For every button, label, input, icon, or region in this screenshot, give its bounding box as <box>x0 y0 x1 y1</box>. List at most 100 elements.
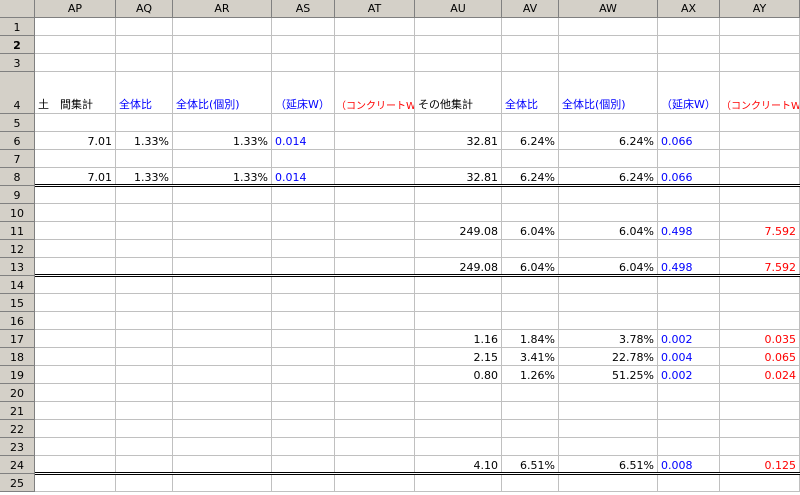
cell-aq11[interactable] <box>116 222 173 240</box>
row-header-6[interactable]: 6 <box>0 132 35 150</box>
row-header-19[interactable]: 19 <box>0 366 35 384</box>
cell-ap20[interactable] <box>35 384 116 402</box>
cell-at17[interactable] <box>335 330 415 348</box>
cell-au23[interactable] <box>415 438 502 456</box>
cell-as23[interactable] <box>272 438 335 456</box>
cell-ax20[interactable] <box>658 384 720 402</box>
cell-as21[interactable] <box>272 402 335 420</box>
cell-aw20[interactable] <box>559 384 658 402</box>
cell-ax22[interactable] <box>658 420 720 438</box>
cell-ap15[interactable] <box>35 294 116 312</box>
cell-aq25[interactable] <box>116 474 173 492</box>
cell-aq17[interactable] <box>116 330 173 348</box>
cell-ar21[interactable] <box>173 402 272 420</box>
cell-av11[interactable]: 6.04% <box>502 222 559 240</box>
column-header-ax[interactable]: AX <box>658 0 720 18</box>
cell-au4[interactable]: その他集計 <box>415 72 502 114</box>
cell-aq4[interactable]: 全体比 <box>116 72 173 114</box>
cell-ay23[interactable] <box>720 438 800 456</box>
column-header-aq[interactable]: AQ <box>116 0 173 18</box>
cell-at22[interactable] <box>335 420 415 438</box>
column-header-ap[interactable]: AP <box>35 0 116 18</box>
column-header-as[interactable]: AS <box>272 0 335 18</box>
cell-au19[interactable]: 0.80 <box>415 366 502 384</box>
cell-av22[interactable] <box>502 420 559 438</box>
cell-aq10[interactable] <box>116 204 173 222</box>
cell-aw21[interactable] <box>559 402 658 420</box>
cell-ar10[interactable] <box>173 204 272 222</box>
cell-ax14[interactable] <box>658 276 720 294</box>
cell-aw9[interactable] <box>559 186 658 204</box>
cell-aq5[interactable] <box>116 114 173 132</box>
cell-ap7[interactable] <box>35 150 116 168</box>
cell-ar17[interactable] <box>173 330 272 348</box>
cell-ar9[interactable] <box>173 186 272 204</box>
cell-ap6[interactable]: 7.01 <box>35 132 116 150</box>
column-header-ar[interactable]: AR <box>173 0 272 18</box>
cell-ay3[interactable] <box>720 54 800 72</box>
select-all-corner[interactable] <box>0 0 35 18</box>
row-header-5[interactable]: 5 <box>0 114 35 132</box>
cell-ap17[interactable] <box>35 330 116 348</box>
cell-au3[interactable] <box>415 54 502 72</box>
cell-ay4[interactable]: （コンクリートW） <box>720 72 800 114</box>
cell-ap11[interactable] <box>35 222 116 240</box>
cell-aq2[interactable] <box>116 36 173 54</box>
cell-ap21[interactable] <box>35 402 116 420</box>
cell-au21[interactable] <box>415 402 502 420</box>
cell-aw25[interactable] <box>559 474 658 492</box>
cell-aq22[interactable] <box>116 420 173 438</box>
cell-ap9[interactable] <box>35 186 116 204</box>
cell-ap14[interactable] <box>35 276 116 294</box>
cell-as5[interactable] <box>272 114 335 132</box>
cell-ar11[interactable] <box>173 222 272 240</box>
cell-aw14[interactable] <box>559 276 658 294</box>
cell-ap5[interactable] <box>35 114 116 132</box>
cell-as1[interactable] <box>272 18 335 36</box>
row-header-22[interactable]: 22 <box>0 420 35 438</box>
cell-aq19[interactable] <box>116 366 173 384</box>
cell-aw5[interactable] <box>559 114 658 132</box>
cell-ax2[interactable] <box>658 36 720 54</box>
cell-av1[interactable] <box>502 18 559 36</box>
column-header-ay[interactable]: AY <box>720 0 800 18</box>
cell-at2[interactable] <box>335 36 415 54</box>
cell-at10[interactable] <box>335 204 415 222</box>
row-header-8[interactable]: 8 <box>0 168 35 186</box>
cell-ar4[interactable]: 全体比(個別) <box>173 72 272 114</box>
cell-aw23[interactable] <box>559 438 658 456</box>
cell-av5[interactable] <box>502 114 559 132</box>
cell-au18[interactable]: 2.15 <box>415 348 502 366</box>
cell-aw16[interactable] <box>559 312 658 330</box>
cell-aw4[interactable]: 全体比(個別) <box>559 72 658 114</box>
cell-au9[interactable] <box>415 186 502 204</box>
cell-aw11[interactable]: 6.04% <box>559 222 658 240</box>
row-header-24[interactable]: 24 <box>0 456 35 474</box>
cell-as20[interactable] <box>272 384 335 402</box>
cell-as18[interactable] <box>272 348 335 366</box>
cell-as7[interactable] <box>272 150 335 168</box>
cell-au2[interactable] <box>415 36 502 54</box>
cell-ap3[interactable] <box>35 54 116 72</box>
cell-ap1[interactable] <box>35 18 116 36</box>
cell-aw19[interactable]: 51.25% <box>559 366 658 384</box>
cell-au22[interactable] <box>415 420 502 438</box>
cell-av3[interactable] <box>502 54 559 72</box>
cell-aw22[interactable] <box>559 420 658 438</box>
cell-aq6[interactable]: 1.33% <box>116 132 173 150</box>
cell-ax9[interactable] <box>658 186 720 204</box>
cell-as16[interactable] <box>272 312 335 330</box>
cell-aw12[interactable] <box>559 240 658 258</box>
cell-at18[interactable] <box>335 348 415 366</box>
row-header-16[interactable]: 16 <box>0 312 35 330</box>
cell-aq7[interactable] <box>116 150 173 168</box>
cell-ax15[interactable] <box>658 294 720 312</box>
cell-ay6[interactable] <box>720 132 800 150</box>
cell-ap2[interactable] <box>35 36 116 54</box>
cell-ay5[interactable] <box>720 114 800 132</box>
cell-au16[interactable] <box>415 312 502 330</box>
row-header-21[interactable]: 21 <box>0 402 35 420</box>
cell-aq9[interactable] <box>116 186 173 204</box>
cell-ay22[interactable] <box>720 420 800 438</box>
cell-av7[interactable] <box>502 150 559 168</box>
